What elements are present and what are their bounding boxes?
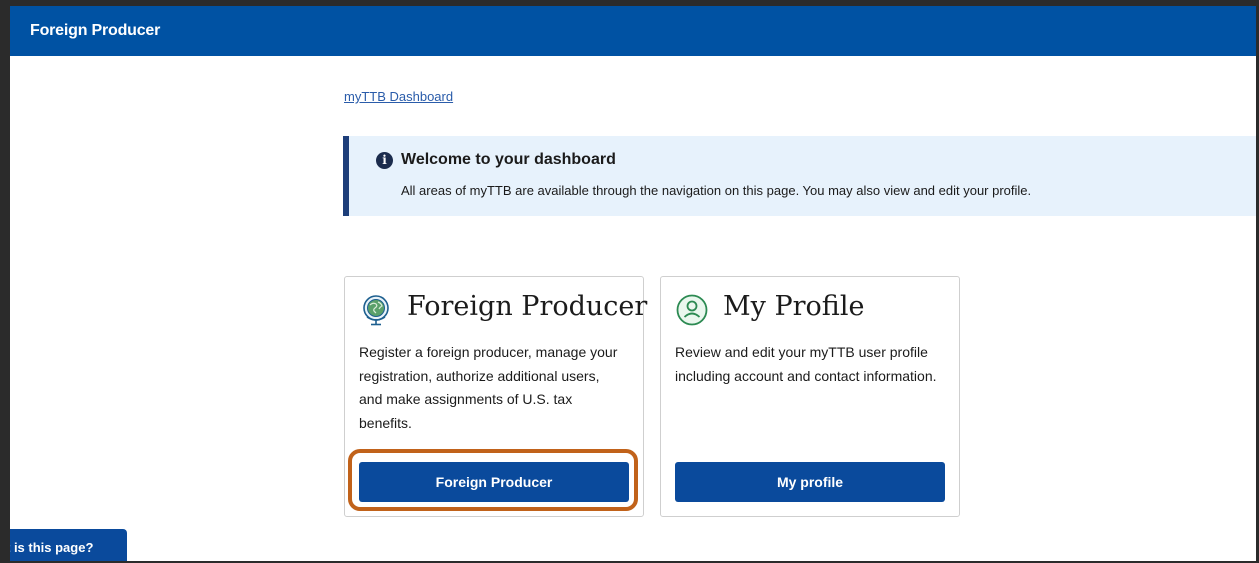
my-profile-card: My Profile Review and edit your myTTB us… [660, 276, 960, 517]
help-tab-label: t is this page? [10, 540, 94, 555]
foreign-producer-card-text: Register a foreign producer, manage your… [359, 344, 618, 431]
top-header-bar: Foreign Producer [10, 6, 1256, 56]
foreign-producer-card: Foreign Producer Register a foreign prod… [344, 276, 648, 517]
foreign-producer-card-title: Foreign Producer [407, 291, 648, 322]
my-profile-card-text: Review and edit your myTTB user profile … [675, 344, 937, 384]
user-profile-icon [675, 293, 709, 327]
help-tab[interactable]: t is this page? [10, 529, 127, 563]
welcome-alert: i Welcome to your dashboard All areas of… [343, 136, 1256, 216]
alert-heading: Welcome to your dashboard [401, 151, 616, 168]
info-icon: i [376, 152, 393, 169]
globe-icon [359, 293, 393, 327]
my-profile-card-title: My Profile [723, 291, 865, 322]
alert-body: All areas of myTTB are available through… [401, 183, 1032, 198]
foreign-producer-button[interactable]: Foreign Producer [359, 462, 629, 502]
header-title: Foreign Producer [30, 22, 161, 39]
breadcrumb-dashboard-link[interactable]: myTTB Dashboard [344, 89, 453, 104]
my-profile-button[interactable]: My profile [675, 462, 945, 502]
